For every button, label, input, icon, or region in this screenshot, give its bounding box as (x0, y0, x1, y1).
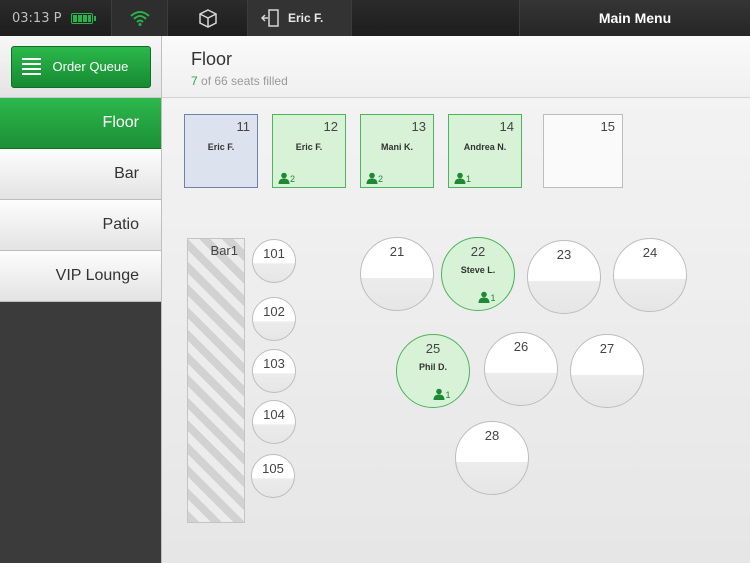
guest-count-value: 1 (466, 174, 472, 184)
sidebar-item-floor[interactable]: Floor (0, 98, 161, 149)
table-28[interactable]: 28 (455, 421, 529, 495)
guest-count-value: 2 (290, 174, 296, 184)
server-name: Steve L. (460, 265, 496, 275)
table-number: 21 (389, 244, 405, 259)
table-11[interactable]: 11 Eric F. (184, 114, 258, 188)
bar-seat-101[interactable]: 101 (252, 239, 296, 283)
main-menu-label: Main Menu (598, 10, 672, 26)
bar-seat-102[interactable]: 102 (252, 297, 296, 341)
order-queue-label: Order Queue (52, 59, 129, 74)
seat-number: 101 (263, 246, 285, 261)
table-12[interactable]: 12 Eric F. 2 (272, 114, 346, 188)
table-15[interactable]: 15 (543, 114, 623, 188)
floor-header: Floor 7 of 66 seats filled (162, 36, 750, 98)
table-22[interactable]: 22 Steve L. 1 (441, 237, 515, 311)
table-number: 28 (484, 428, 500, 443)
battery-icon (71, 12, 97, 24)
guest-count-value: 2 (378, 174, 384, 184)
table-number: 24 (642, 245, 658, 260)
logout-door-icon (260, 9, 279, 27)
guest-count: 2 (366, 172, 383, 184)
table-number: 26 (513, 339, 529, 354)
box-icon[interactable] (168, 0, 248, 36)
table-23[interactable]: 23 (527, 240, 601, 314)
table-number: 27 (599, 341, 615, 356)
main-menu-button[interactable]: Main Menu (520, 0, 750, 36)
page-title: Floor (191, 49, 233, 69)
person-icon (366, 172, 378, 184)
server-name: Eric F. (295, 142, 323, 152)
bar-seat-105[interactable]: 105 (251, 454, 295, 498)
table-number: 25 (425, 341, 441, 356)
top-bar-spacer (352, 0, 520, 36)
table-number: 13 (411, 119, 426, 134)
clock-time: 03:13 P (12, 10, 62, 26)
table-26[interactable]: 26 (484, 332, 558, 406)
floor-plan: 11 Eric F. 12 Eric F. 2 13 Mani K. 2 14 … (162, 98, 750, 563)
main-panel: Floor 7 of 66 seats filled 11 Eric F. 12… (161, 36, 750, 563)
person-icon (433, 388, 445, 400)
bar-counter-label: Bar1 (210, 243, 238, 258)
seat-number: 103 (263, 356, 285, 371)
table-21[interactable]: 21 (360, 237, 434, 311)
status-area: 03:13 P (0, 0, 112, 36)
guest-count: 1 (454, 172, 471, 184)
seats-total-text: of 66 seats filled (197, 74, 288, 88)
guest-count-value: 1 (445, 390, 451, 400)
person-icon (478, 291, 490, 303)
sidebar-item-bar[interactable]: Bar (0, 149, 161, 200)
server-name: Phil D. (418, 362, 447, 372)
table-number: 22 (470, 244, 486, 259)
sidebar-header: Order Queue (0, 36, 161, 98)
sidebar-item-patio[interactable]: Patio (0, 200, 161, 251)
person-icon (454, 172, 466, 184)
guest-count: 1 (397, 388, 469, 400)
person-icon (278, 172, 290, 184)
table-number: 12 (323, 119, 338, 134)
bar-seat-103[interactable]: 103 (252, 349, 296, 393)
seats-summary: 7 of 66 seats filled (191, 74, 750, 88)
wifi-icon[interactable] (112, 0, 168, 36)
user-logout-button[interactable]: Eric F. (248, 0, 352, 36)
sidebar: Order Queue Floor Bar Patio VIP Lounge (0, 36, 161, 563)
seats-filled-count: 7 (191, 74, 198, 88)
list-icon (21, 58, 41, 75)
table-24[interactable]: 24 (613, 238, 687, 312)
user-name: Eric F. (288, 11, 324, 25)
guest-count: 2 (278, 172, 295, 184)
bar-counter[interactable]: Bar1 (187, 238, 245, 523)
seat-number: 102 (263, 304, 285, 319)
server-name: Andrea N. (463, 142, 507, 152)
table-number: 23 (556, 247, 572, 262)
server-name: Eric F. (207, 142, 235, 152)
bar-seat-104[interactable]: 104 (252, 400, 296, 444)
server-name: Mani K. (380, 142, 413, 152)
table-number: 14 (499, 119, 514, 134)
guest-count: 1 (442, 291, 514, 303)
table-13[interactable]: 13 Mani K. 2 (360, 114, 434, 188)
order-queue-button[interactable]: Order Queue (10, 45, 151, 88)
table-number: 15 (600, 119, 615, 134)
table-27[interactable]: 27 (570, 334, 644, 408)
guest-count-value: 1 (490, 293, 496, 303)
seat-number: 104 (263, 407, 285, 422)
table-25[interactable]: 25 Phil D. 1 (396, 334, 470, 408)
sidebar-item-vip-lounge[interactable]: VIP Lounge (0, 251, 161, 302)
seat-number: 105 (262, 461, 284, 476)
top-bar: 03:13 P Eric F. Main Menu (0, 0, 750, 36)
table-14[interactable]: 14 Andrea N. 1 (448, 114, 522, 188)
table-number: 11 (236, 119, 251, 134)
